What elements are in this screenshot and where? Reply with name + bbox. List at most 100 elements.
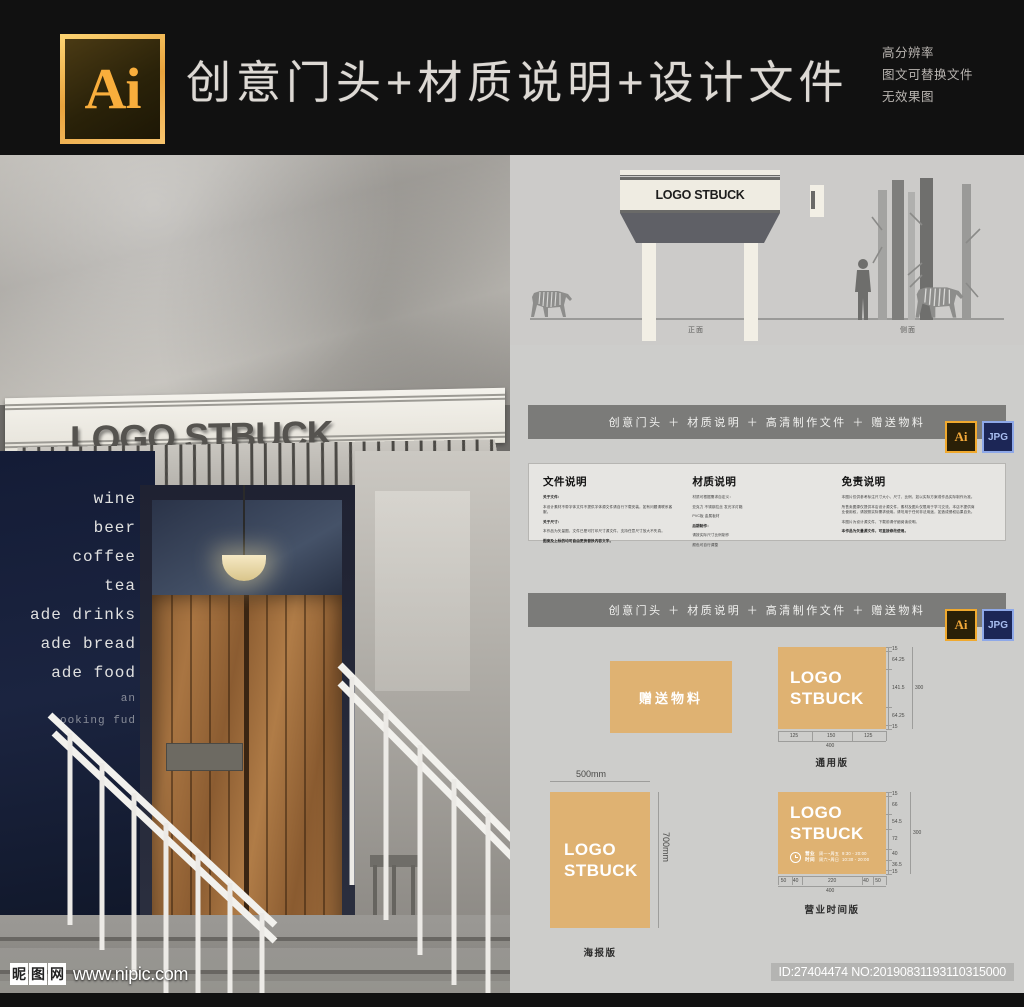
photo-menu-item: wine [93, 490, 136, 508]
hours-vert-dim-5: 36.5 [892, 861, 902, 868]
gate-front-elevation: LOGO STBUCK [620, 170, 780, 341]
univ-vert-tick [886, 707, 892, 709]
hours-horiz-tick [802, 876, 804, 885]
univ-horiz-axis [778, 731, 886, 732]
hours-horiz-dim-1: 40 [792, 878, 799, 884]
feature-banner-text: 创意门头 ＋ 材质说明 ＋ 高清制作文件 ＋ 赠送物料 [608, 605, 926, 617]
hours-horiz-axis [778, 876, 886, 877]
spec-line: 请按实际尺寸比例制作 [692, 533, 730, 538]
person-silhouette [855, 259, 871, 320]
hours-total-width: 400 [826, 888, 835, 894]
universal-version-card[interactable]: LOGO STBUCK [778, 647, 886, 729]
feature-banner-2: 创意门头 ＋ 材质说明 ＋ 高清制作文件 ＋ 赠送物料 Ai JPG [528, 593, 1014, 641]
univ-vert-dim-4: 15 [892, 723, 898, 730]
business-hours-card[interactable]: LOGO STBUCK 营业 时间 周一~周五 9:30 - 20:00 周六~… [778, 792, 886, 874]
poster-logo-line2: STBUCK [564, 861, 638, 880]
side-sign-plate [810, 185, 824, 217]
gate-sign-band: LOGO STBUCK [620, 177, 780, 213]
photo-menu-item: beer [93, 519, 136, 537]
hours-vert-tick [886, 796, 892, 798]
spec-line: 材质可根据需求自定义： [692, 495, 733, 499]
univ-horiz-dim-0: 125 [789, 733, 799, 739]
hours-logo-line1: LOGO [790, 803, 843, 822]
zebra-silhouette-right [915, 287, 964, 318]
front-view-label: 正面 [688, 327, 704, 334]
univ-vert-tick [886, 724, 892, 726]
header-notes-list: 高分辨率 图文可替换文件 无效果图 [882, 42, 1022, 108]
hours-horiz-dim-2: 220 [828, 878, 837, 884]
spec-column-0: 文件说明关于文件： 本设计素材不带字体文件不提供字体源文件请自行下载安装，如有问题… [543, 474, 692, 543]
hours-vert-dim-3: 72 [892, 835, 898, 842]
spec-line: 本作品为矢量图，文件已是可打印尺寸源文件，支持任意尺寸放大不失真。 [543, 529, 665, 534]
watermark-char: 昵 [10, 963, 28, 985]
hours-vert-dim-4: 40 [892, 851, 898, 858]
hours-total-height: 300 [913, 830, 922, 836]
univ-horiz-dim-1: 150 [827, 733, 836, 739]
storefront-photo: LOGO STBUCK wine beer coffee tea ade drinks a… [0, 155, 510, 993]
spec-line: 关于文件： [543, 495, 562, 499]
univ-total-axis [912, 647, 913, 729]
format-badges: Ai JPG [945, 421, 1014, 453]
gate-skirt [620, 213, 780, 243]
hours-row2-time: 10:30 - 20:00 [841, 857, 870, 862]
poster-version-card[interactable]: LOGO STBUCK [550, 792, 650, 928]
illustrator-ai-icon: Ai [60, 34, 165, 144]
spec-column-title: 免责说明 [841, 476, 886, 488]
watermark-char: 图 [29, 963, 47, 985]
spec-line: 本图片为设计源文件，下载前请仔细阅读说明。 [841, 519, 920, 524]
spec-line: PVC板 金属板材 [692, 514, 720, 519]
spec-line: 所售卖图源仅提供本店设计源文件，素材及图片仅限用于学习交流，本店不提供商业使用权… [841, 504, 975, 515]
jpg-format-badge: JPG [982, 421, 1014, 453]
spec-line: 本设计素材不带字体文件不提供字体源文件请自行下载安装，如有问题请联系客服。 [543, 504, 673, 515]
spec-line: 后期制作： [692, 523, 711, 528]
header-note: 图文可替换文件 [882, 68, 974, 82]
hours-horiz-dim-4: 50 [875, 878, 881, 884]
universal-logo-line1: LOGO [790, 668, 843, 687]
hours-logo-line2: STBUCK [790, 824, 864, 843]
hours-horiz-dim-3: 40 [863, 878, 869, 884]
photo-left-handrail [47, 712, 278, 993]
poster-height-value: 700mm [661, 832, 671, 863]
hours-row1-time: 9:30 - 20:00 [841, 851, 867, 856]
univ-total-width: 400 [826, 743, 835, 749]
univ-horiz-dim-2: 125 [864, 733, 873, 739]
hours-vert-dim-2: 54.5 [892, 818, 902, 825]
univ-total-height: 300 [915, 685, 924, 691]
asset-id-badge: ID:27404474 NO:20190831193110315000 [770, 963, 1014, 981]
universal-logo-line2: STBUCK [790, 689, 864, 708]
hours-vert-tick [886, 869, 892, 871]
spec-line: 本作品为矢量源文件，可直接修改使用。 [841, 529, 909, 534]
gate-right-leg [744, 243, 758, 341]
gate-side-elevation [810, 165, 1010, 320]
hours-horiz-dim-0: 50 [780, 878, 787, 884]
hours-horiz-tick [886, 876, 887, 885]
hours-row2-days: 周六~周日 [819, 857, 840, 862]
hours-vert-tick [886, 829, 892, 831]
photo-menu-item: tea [104, 577, 136, 595]
ai-format-badge: Ai [945, 421, 977, 453]
gift-materials-card[interactable]: 赠送物料 [610, 661, 732, 733]
header-note: 无效果图 [882, 90, 935, 104]
hours-vert-tick [886, 792, 892, 793]
spec-column-title: 材质说明 [692, 476, 737, 488]
hours-vert-tick [886, 859, 892, 861]
univ-vert-dim-3: 64.25 [892, 713, 905, 720]
spec-line: 关于尺寸： [543, 519, 562, 524]
univ-vert-axis [888, 647, 889, 729]
poster-height-line [658, 792, 659, 928]
univ-horiz-tick [852, 731, 854, 741]
spec-column-2: 免责说明 本图片仅供参考标注尺寸大小、尺寸、比例，如以实际方案或作品实际制作为准。… [841, 474, 991, 533]
gate-sign-text: LOGO STBUCK [655, 188, 745, 202]
header-bar: Ai 创意门头+材质说明+设计文件 高分辨率 图文可替换文件 无效果图 [0, 0, 1024, 155]
page-title: 创意门头+材质说明+设计文件 [186, 57, 849, 108]
photo-menu-item: coffee [72, 548, 136, 566]
poster-width-value: 500mm [576, 769, 607, 779]
spec-column-title: 文件说明 [543, 476, 587, 488]
univ-vert-tick [886, 651, 892, 653]
clock-icon [790, 851, 801, 863]
univ-horiz-tick [886, 731, 887, 741]
business-hours-block: 营业 时间 周一~周五 9:30 - 20:00 周六~周日 10:30 - 2… [790, 851, 869, 863]
site-watermark: 昵 图 网 www.nipic.com [10, 963, 188, 985]
hours-horiz-endL [778, 876, 779, 885]
hours-total-axis [910, 792, 911, 874]
